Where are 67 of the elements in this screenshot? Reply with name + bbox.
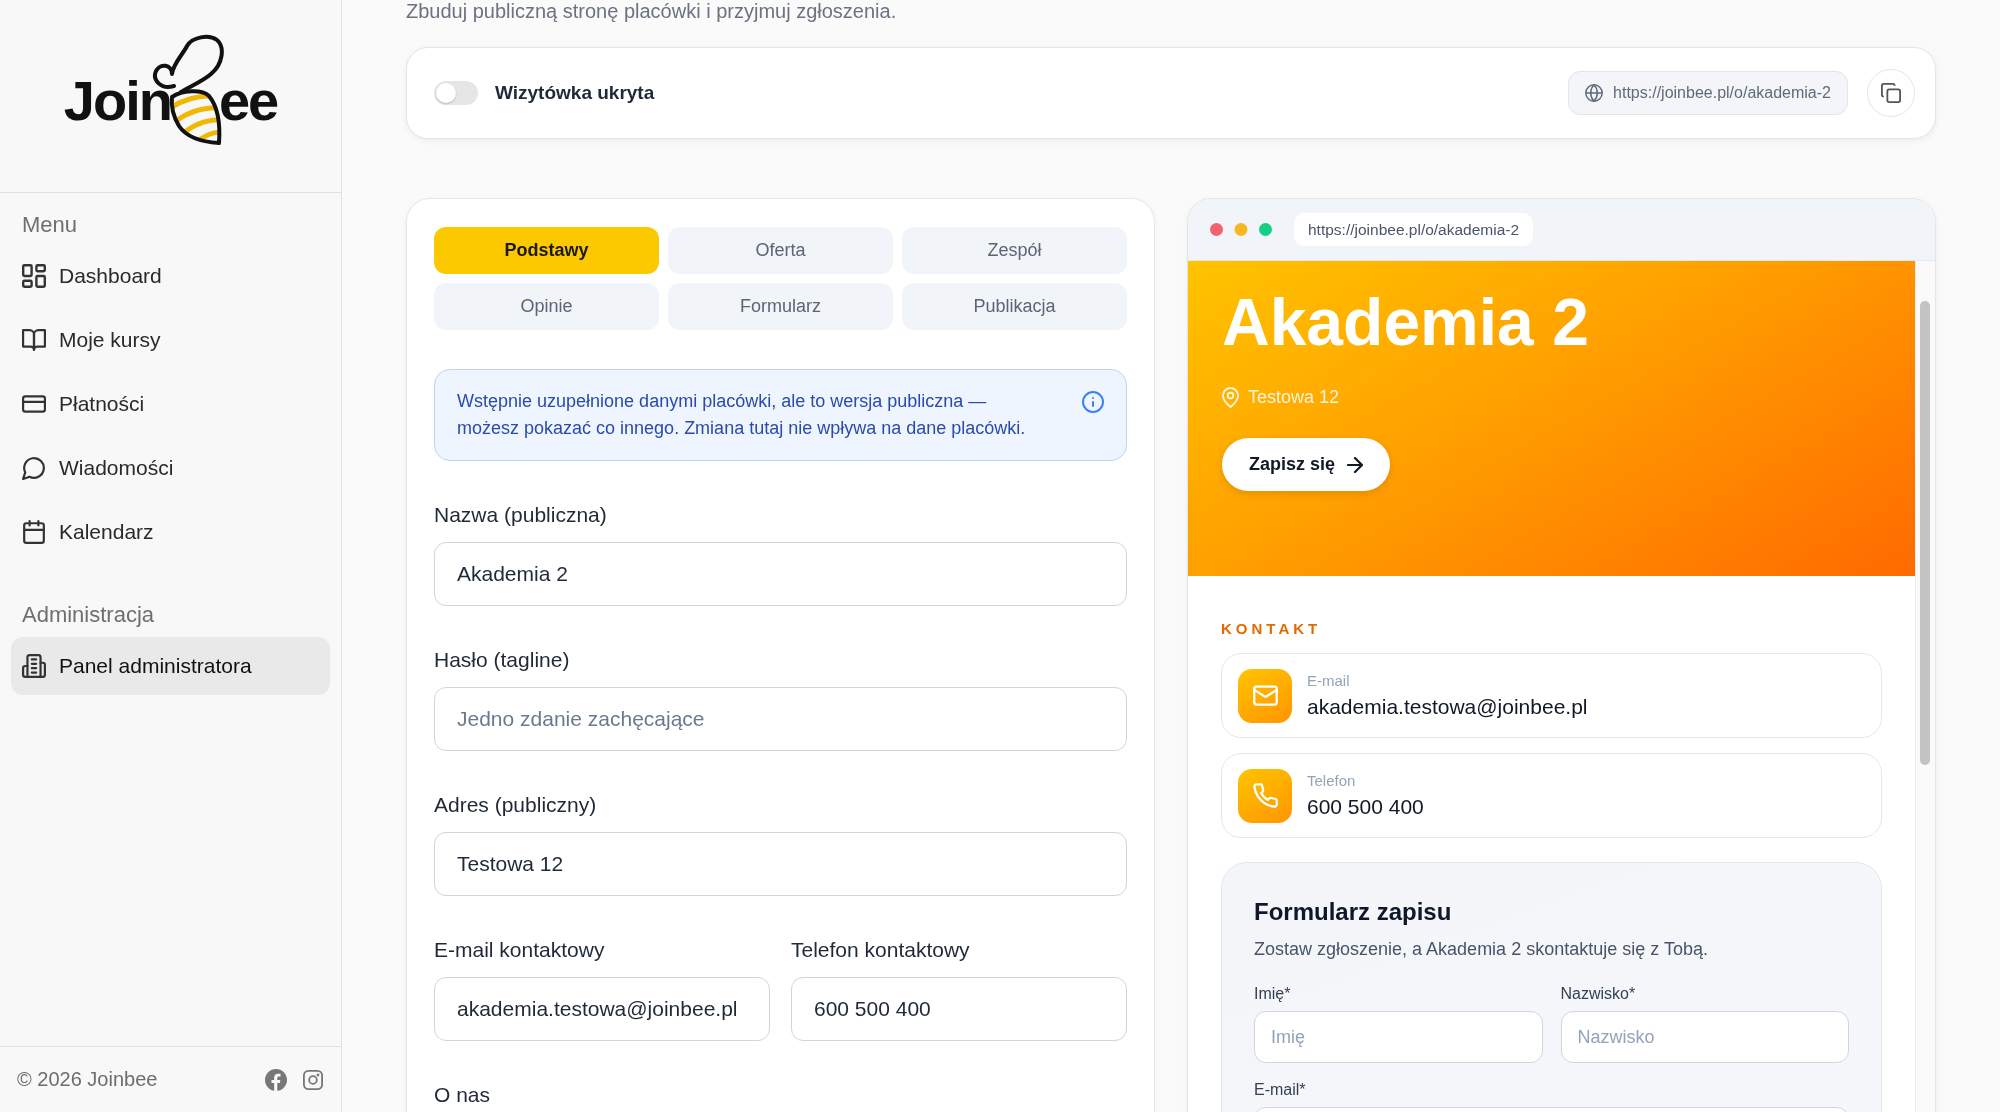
info-icon <box>1082 391 1104 413</box>
scrollbar-thumb[interactable] <box>1920 301 1930 765</box>
contact-value: akademia.testowa@joinbee.pl <box>1307 693 1588 720</box>
nav-item[interactable]: Panel administratora <box>11 637 330 695</box>
field-label: Hasło (tagline) <box>434 647 570 673</box>
logo-text: Join <box>63 73 171 129</box>
contact-label: Telefon <box>1307 771 1356 790</box>
grid-icon <box>22 264 46 288</box>
text-input[interactable]: 600 500 400 <box>791 977 1127 1041</box>
contact-value: 600 500 400 <box>1307 793 1424 820</box>
credit-card-icon <box>22 392 46 416</box>
text-input[interactable]: akademia.testowa@joinbee.pl <box>434 977 770 1041</box>
page-subtitle: Zbuduj publiczną stronę placówki i przyjmuj zgłoszenia. <box>406 0 897 22</box>
window-dots-icon <box>1210 223 1272 236</box>
contact-label: E-mail <box>1307 671 1350 690</box>
field-label: Imię* <box>1254 984 1291 1004</box>
address-bar: https://joinbee.pl/o/akademia-2 <box>1294 213 1534 246</box>
tab[interactable]: Opinie <box>434 283 659 330</box>
nav-section-heading: Administracja <box>21 602 155 628</box>
field-label: Nazwa (publiczna) <box>434 502 607 528</box>
globe-icon <box>1585 84 1604 102</box>
chat-bubble-icon <box>22 456 46 480</box>
field-label: Telefon kontaktowy <box>791 937 970 963</box>
instagram-icon[interactable] <box>303 1069 323 1090</box>
location-pin-icon <box>1222 386 1239 408</box>
field-label: Adres (publiczny) <box>434 792 597 818</box>
nav-item[interactable]: Dashboard <box>11 247 330 305</box>
toggle-label: Wizytówka ukryta <box>495 82 655 104</box>
envelope-icon <box>1238 668 1292 723</box>
building-icon <box>22 654 46 678</box>
form-title: Formularz zapisu <box>1254 897 1452 927</box>
phone-icon <box>1238 768 1292 823</box>
nav-item[interactable]: Płatności <box>11 375 330 433</box>
field-label: E-mail* <box>1254 1080 1306 1100</box>
copyright-text: © 2026 Joinbee <box>17 1068 158 1091</box>
public-url-link[interactable]: https://joinbee.pl/o/akademia-2 <box>1568 71 1848 115</box>
text-input[interactable]: Nazwisko <box>1560 1011 1849 1063</box>
field-label: O nas <box>434 1082 491 1108</box>
calendar-icon <box>22 520 46 544</box>
form-subtitle: Zostaw zgłoszenie, a Akademia 2 skontaktuje się z Tobą. <box>1254 938 1708 961</box>
section-heading: KONTAKT <box>1221 619 1322 639</box>
tab[interactable]: Formularz <box>668 283 893 330</box>
copy-button[interactable] <box>1867 69 1915 117</box>
signup-button[interactable]: Zapisz się <box>1222 438 1391 491</box>
tab[interactable]: Oferta <box>668 227 893 274</box>
nav-item[interactable]: Wiadomości <box>11 439 330 497</box>
hero-title: Akademia 2 <box>1222 284 1589 360</box>
nav-item[interactable]: Kalendarz <box>11 503 330 561</box>
nav-item[interactable]: Moje kursy <box>11 311 330 369</box>
text-input[interactable]: Imię <box>1254 1011 1543 1063</box>
text-input[interactable]: Testowa 12 <box>434 832 1127 896</box>
copy-icon <box>1881 83 1901 103</box>
text-input[interactable]: Jedno zdanie zachęcające <box>434 687 1127 751</box>
field-label: E-mail kontaktowy <box>434 937 605 963</box>
notice-text: Wstępnie uzupełnione danymi placówki, ale to wersja publiczna — możesz pokazać co innego. Zmiana tutaj nie wpływa na dane placówki. <box>457 390 1027 440</box>
open-book-icon <box>22 328 46 352</box>
tab[interactable]: Publikacja <box>902 283 1127 330</box>
nav-section-heading: Menu <box>21 212 78 238</box>
text-input[interactable]: Akademia 2 <box>434 542 1127 606</box>
arrow-right-icon <box>1347 456 1364 473</box>
facebook-icon[interactable] <box>265 1068 287 1091</box>
field-label: Nazwisko* <box>1560 984 1636 1004</box>
tab[interactable]: Podstawy <box>434 227 659 274</box>
toggle-switch[interactable] <box>434 81 478 105</box>
tab[interactable]: Zespół <box>902 227 1127 274</box>
hero-address: Testowa 12 <box>1248 386 1340 409</box>
logo-text: ee <box>218 73 278 129</box>
